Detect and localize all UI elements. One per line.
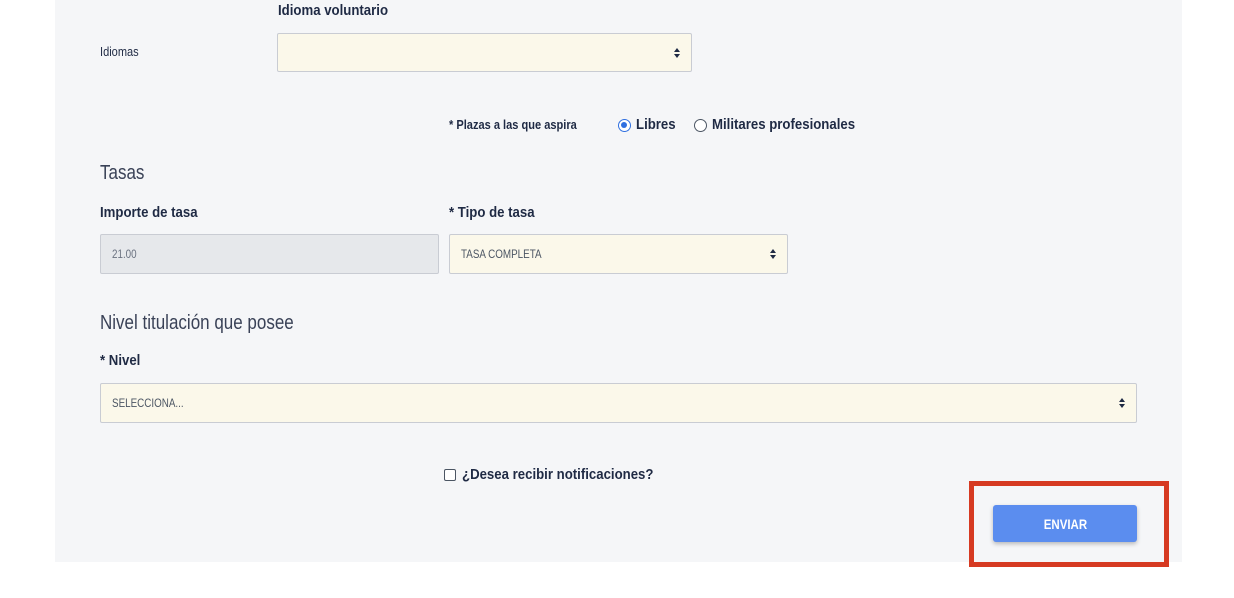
radio-militares-profesionales-label[interactable]: Militares profesionales [712,116,855,133]
education-level-select[interactable]: SELECCIONA... [100,383,1137,423]
sort-arrows-icon [770,249,776,259]
fee-type-select[interactable]: TASA COMPLETA [449,234,788,274]
fee-amount-label: Importe de tasa [100,204,198,221]
fee-amount-value: 21.00 [112,247,137,261]
positions-label: * Plazas a las que aspira [449,117,577,132]
fee-amount-field: 21.00 [100,234,439,274]
education-level-label: * Nivel [100,352,141,369]
languages-label: Idiomas [100,44,139,59]
languages-select[interactable] [277,33,692,72]
radio-libres-label[interactable]: Libres [636,116,676,133]
fees-section-title: Tasas [100,162,145,184]
submit-button[interactable]: ENVIAR [993,505,1137,542]
voluntary-language-heading: Idioma voluntario [278,2,389,19]
sort-arrows-icon [674,47,680,58]
radio-militares-profesionales[interactable] [694,119,707,132]
sort-arrows-icon [1119,398,1125,408]
education-section-title: Nivel titulación que posee [100,312,294,334]
radio-libres[interactable] [618,119,631,132]
notifications-label[interactable]: ¿Desea recibir notificaciones? [462,466,653,483]
fee-type-select-value: TASA COMPLETA [461,247,542,261]
education-level-select-value: SELECCIONA... [112,396,184,410]
fee-type-label: * Tipo de tasa [449,204,535,221]
submit-button-label: ENVIAR [1043,515,1087,532]
notifications-checkbox[interactable] [444,469,456,481]
